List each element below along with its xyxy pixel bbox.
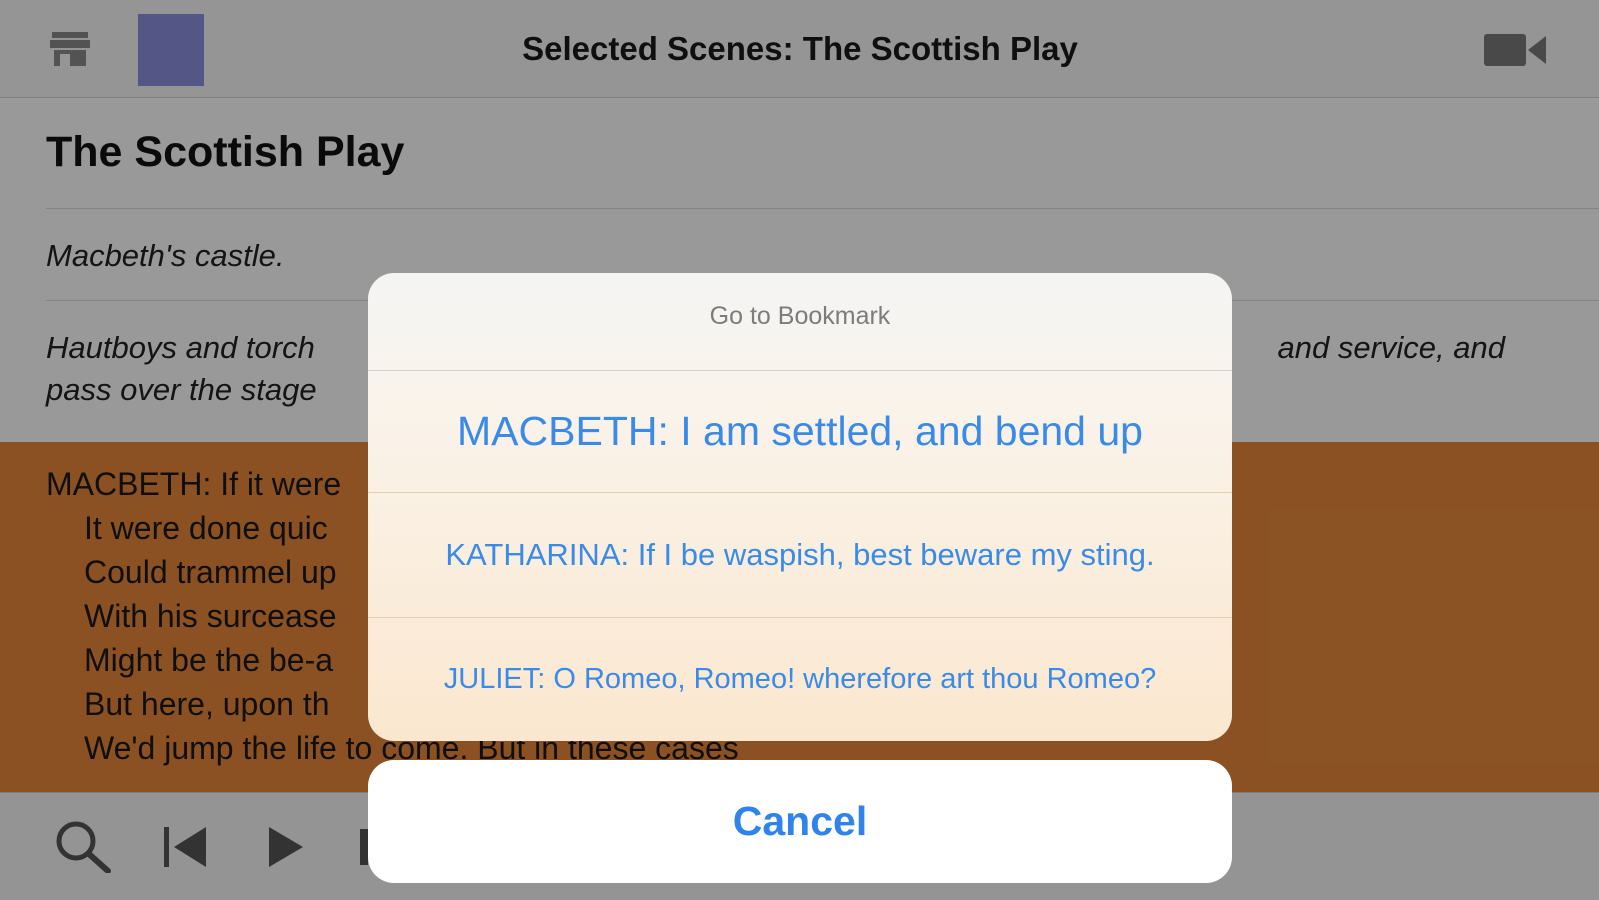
bookmark-option-katharina[interactable]: KATHARINA: If I be waspish, best beware … <box>368 493 1232 618</box>
action-sheet-title: Go to Bookmark <box>368 273 1232 371</box>
bookmark-option-macbeth[interactable]: MACBETH: I am settled, and bend up <box>368 371 1232 493</box>
cancel-button[interactable]: Cancel <box>368 760 1232 883</box>
bookmark-action-sheet: Go to Bookmark MACBETH: I am settled, an… <box>368 273 1232 741</box>
bookmark-option-juliet[interactable]: JULIET: O Romeo, Romeo! wherefore art th… <box>368 618 1232 741</box>
